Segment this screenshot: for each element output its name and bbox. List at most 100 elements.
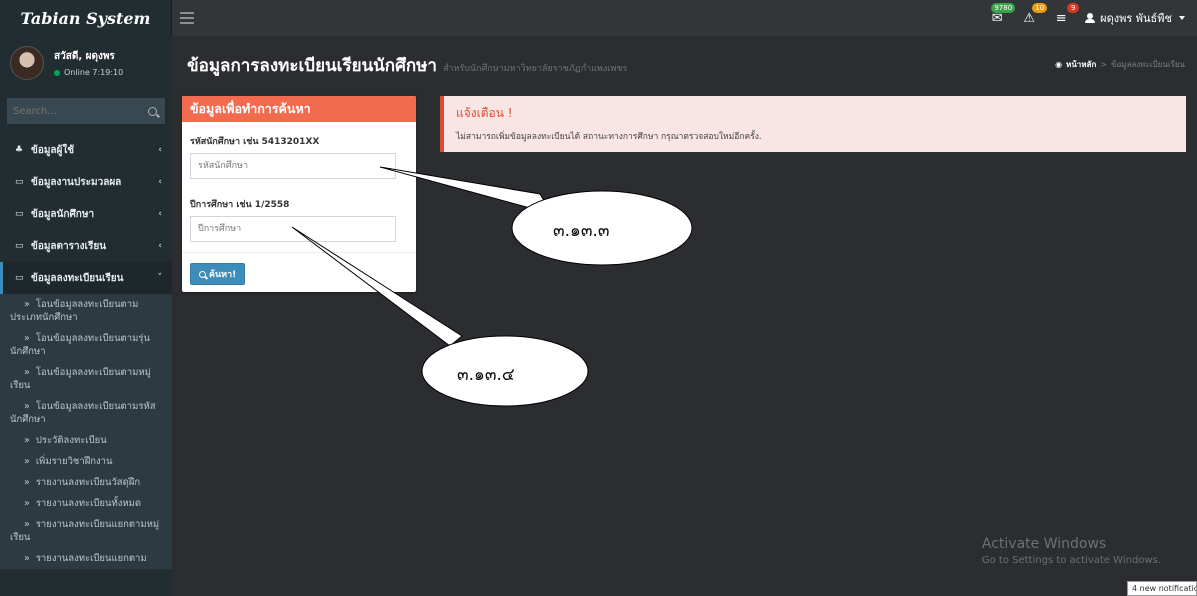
submenu-item[interactable]: » เพิ่มรายวิชาฝึกงาน (0, 451, 172, 472)
top-navbar: ✉ 9780 ⚠ 10 ≡ 9 ผดุงพร พันธ์พืช (172, 0, 1197, 36)
page-header: ข้อมูลการลงทะเบียนเรียนนักศึกษา สำหรับนั… (187, 52, 627, 79)
student-id-input[interactable] (190, 153, 396, 179)
chevron-left-icon: ‹ (158, 241, 162, 251)
submenu-item[interactable]: » โอนข้อมูลลงทะเบียนตามประเภทนักศึกษา (0, 294, 172, 328)
submenu-item[interactable]: » รายงานลงทะเบียนแยกตาม (0, 548, 172, 569)
user-menu[interactable]: ผดุงพร พันธ์พืช (1085, 9, 1185, 27)
search-panel: ข้อมูลเพื่อทำการค้นหา รหัสนักศึกษา เช่น … (182, 96, 416, 292)
submenu-item-label: เพิ่มรายวิชาฝึกงาน (35, 456, 113, 467)
chevron-left-icon: ‹ (158, 209, 162, 219)
sidebar-toggle-icon[interactable] (180, 0, 200, 36)
double-chevron-icon: » (24, 456, 30, 467)
user-icon (1085, 13, 1096, 23)
submenu-item-label: โอนข้อมูลลงทะเบียนตามรหัสนักศึกษา (10, 401, 156, 425)
sidebar-item-label: ข้อมูลลงทะเบียนเรียน (31, 272, 124, 284)
sidebar-item-registration[interactable]: ▭ ข้อมูลลงทะเบียนเรียน ˅ (0, 262, 172, 294)
chevron-down-icon: ˅ (157, 273, 163, 283)
laptop-icon: ▭ (15, 273, 24, 283)
page-subtitle: สำหรับนักศึกษามหาวิทยาลัยราชภัฏกำแพงเพชร (442, 64, 628, 74)
sidebar-item-students[interactable]: ▭ ข้อมูลนักศึกษา ‹ (0, 198, 172, 230)
search-panel-footer: ค้นหา! (182, 252, 416, 292)
mail-icon[interactable]: ✉ 9780 (989, 3, 1016, 26)
breadcrumb-separator: > (1100, 60, 1108, 69)
greeting: สวัสดี, ผดุงพร (54, 51, 115, 62)
app-logo[interactable]: Tabian System (0, 0, 172, 36)
sidebar-item-users[interactable]: ♣ ข้อมูลผู้ใช้ ‹ (0, 134, 172, 166)
breadcrumb: ◉ หน้าหลัก > ข้อมูลลงทะเบียนเรียน (1055, 58, 1185, 71)
caret-down-icon (1179, 16, 1185, 20)
submenu-item[interactable]: » โอนข้อมูลลงทะเบียนตามรุ่นนักศึกษา (0, 328, 172, 362)
sidebar-item-label: ข้อมูลตารางเรียน (31, 240, 107, 252)
sidebar-item-label: ข้อมูลงานประมวลผล (31, 176, 122, 188)
notification-toast[interactable]: 4 new notificatio (1127, 581, 1197, 596)
sidebar-search-input[interactable] (7, 98, 139, 124)
online-status-text: Online 7:19:10 (64, 68, 124, 77)
submenu-item-label: โอนข้อมูลลงทะเบียนตามรุ่นนักศึกษา (10, 333, 150, 357)
double-chevron-icon: » (24, 553, 30, 564)
breadcrumb-current: ข้อมูลลงทะเบียนเรียน (1111, 60, 1185, 69)
mail-badge: 9780 (991, 3, 1016, 13)
double-chevron-icon: » (24, 498, 30, 509)
laptop-icon: ▭ (15, 177, 24, 187)
laptop-icon: ▭ (15, 209, 24, 219)
search-icon (147, 106, 157, 116)
users-icon: ♣ (15, 145, 24, 155)
alert-message: ไม่สามารถเพิ่มข้อมูลลงทะเบียนได้ สถานะทา… (456, 132, 762, 142)
sidebar-item-processing[interactable]: ▭ ข้อมูลงานประมวลผล ‹ (0, 166, 172, 198)
submenu-item-label: ประวัติลงทะเบียน (35, 435, 107, 446)
callout-label-1: ๓.๑๓.๓ (553, 221, 610, 241)
sidebar-item-timetable[interactable]: ▭ ข้อมูลตารางเรียน ‹ (0, 230, 172, 262)
chevron-left-icon: ‹ (158, 145, 162, 155)
submenu-item[interactable]: » รายงานลงทะเบียนแยกตามหมู่เรียน (0, 514, 172, 548)
user-name: ผดุงพร พันธ์พืช (1100, 12, 1172, 25)
double-chevron-icon: » (24, 367, 30, 378)
search-icon (199, 270, 206, 278)
sidebar-item-label: ข้อมูลนักศึกษา (31, 208, 95, 220)
submenu-item-label: รายงานลงทะเบียนแยกตามหมู่เรียน (10, 519, 160, 543)
submenu-item[interactable]: » รายงานลงทะเบียนทั้งหมด (0, 493, 172, 514)
online-status: Online 7:19:10 (54, 68, 123, 77)
search-button[interactable]: ค้นหา! (190, 263, 246, 285)
windows-activation-watermark: Activate Windows Go to Settings to activ… (982, 536, 1161, 566)
submenu-item[interactable]: » โอนข้อมูลลงทะเบียนตามหมู่เรียน (0, 362, 172, 396)
student-id-label: รหัสนักศึกษา เช่น 5413201XX (190, 137, 320, 147)
submenu-item-label: รายงานลงทะเบียนวัสดุฝึก (35, 477, 141, 488)
user-info: สวัสดี, ผดุงพร Online 7:19:10 (54, 49, 123, 77)
search-panel-body: รหัสนักศึกษา เช่น 5413201XX ปีการศึกษา เ… (182, 122, 416, 242)
watermark-title: Activate Windows (981, 536, 1107, 552)
submenu-item[interactable]: » โอนข้อมูลลงทะเบียนตามรหัสนักศึกษา (0, 396, 172, 430)
page-title: ข้อมูลการลงทะเบียนเรียนนักศึกษา (187, 56, 437, 76)
sidebar-item-label: ข้อมูลผู้ใช้ (31, 144, 75, 156)
alert-badge: 10 (1032, 3, 1048, 13)
double-chevron-icon: » (24, 299, 30, 310)
tasks-icon[interactable]: ≡ 9 (1053, 3, 1080, 26)
warning-icon[interactable]: ⚠ 10 (1021, 3, 1048, 26)
breadcrumb-home[interactable]: หน้าหลัก (1066, 58, 1096, 71)
search-panel-title: ข้อมูลเพื่อทำการค้นหา (182, 96, 416, 122)
alert-title: แจ้งเตือน ! (456, 106, 513, 120)
double-chevron-icon: » (24, 435, 30, 446)
callout-label-2: ๓.๑๓.๔ (457, 365, 515, 385)
submenu-item[interactable]: » ประวัติลงทะเบียน (0, 430, 172, 451)
sidebar-search (7, 98, 165, 124)
avatar (10, 46, 44, 80)
double-chevron-icon: » (24, 477, 30, 488)
sidebar: สวัสดี, ผดุงพร Online 7:19:10 ♣ ข้อมูลผู… (0, 36, 172, 596)
user-panel: สวัสดี, ผดุงพร Online 7:19:10 (0, 36, 172, 90)
submenu-item-label: โอนข้อมูลลงทะเบียนตามหมู่เรียน (10, 367, 151, 391)
double-chevron-icon: » (24, 333, 30, 344)
academic-year-input[interactable] (190, 216, 396, 242)
sidebar-search-button[interactable] (139, 98, 165, 124)
watermark-subtitle: Go to Settings to activate Windows. (981, 555, 1161, 566)
laptop-icon: ▭ (15, 241, 24, 251)
double-chevron-icon: » (24, 519, 30, 530)
submenu-item[interactable]: » รายงานลงทะเบียนวัสดุฝึก (0, 472, 172, 493)
double-chevron-icon: » (24, 401, 30, 412)
tasks-badge: 9 (1067, 3, 1080, 13)
warning-alert: แจ้งเตือน ! ไม่สามารถเพิ่มข้อมูลลงทะเบีย… (440, 96, 1186, 152)
submenu-item-label: รายงานลงทะเบียนทั้งหมด (35, 498, 142, 509)
online-dot-icon (54, 69, 60, 76)
dashboard-icon: ◉ (1055, 60, 1063, 69)
submenu-item-label: รายงานลงทะเบียนแยกตาม (35, 553, 147, 564)
callout-annotations (291, 166, 693, 407)
